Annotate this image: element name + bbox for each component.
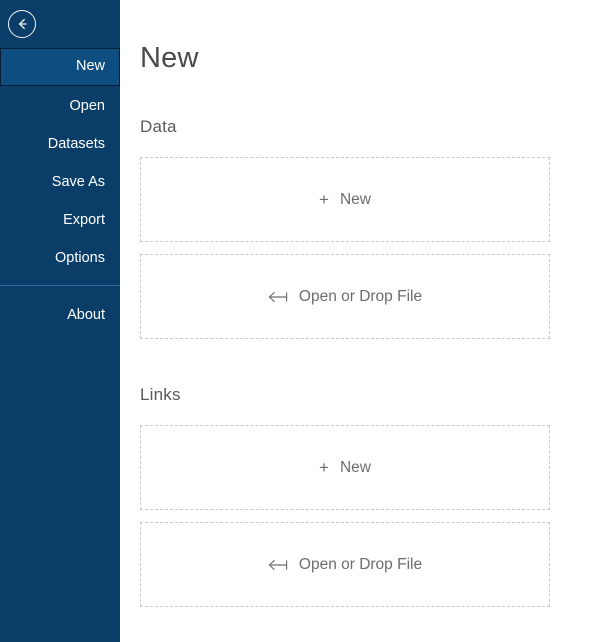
open-file-arrow-icon <box>268 558 290 572</box>
sidebar: New Open Datasets Save As Export Options… <box>0 0 120 642</box>
back-button-row <box>0 0 120 48</box>
links-open-or-drop-card-label: Open or Drop File <box>298 555 423 573</box>
data-open-or-drop-card-label: Open or Drop File <box>298 287 423 305</box>
plus-icon: + <box>319 190 329 209</box>
sidebar-item-label: Open <box>69 98 105 114</box>
links-new-card[interactable]: + New <box>140 425 550 510</box>
sidebar-item-label: Save As <box>51 174 105 190</box>
page-title: New <box>140 42 199 74</box>
app-window: New Open Datasets Save As Export Options… <box>0 0 590 642</box>
sidebar-item-label: About <box>67 307 105 323</box>
back-button[interactable] <box>8 10 36 38</box>
sidebar-item-save-as[interactable]: Save As <box>0 162 120 200</box>
data-new-card-label: New <box>339 190 371 208</box>
sidebar-item-export[interactable]: Export <box>0 200 120 238</box>
links-open-or-drop-card[interactable]: Open or Drop File <box>140 522 550 607</box>
main-content: New Data + New Open or Drop File Links +… <box>120 0 590 642</box>
section-title-links: Links <box>140 385 181 404</box>
sidebar-item-new[interactable]: New <box>0 48 120 86</box>
sidebar-item-label: New <box>75 58 105 74</box>
sidebar-item-open[interactable]: Open <box>0 86 120 124</box>
section-title-data: Data <box>140 117 177 136</box>
data-open-or-drop-card[interactable]: Open or Drop File <box>140 254 550 339</box>
sidebar-item-label: Options <box>55 250 105 266</box>
sidebar-item-label: Datasets <box>47 136 105 152</box>
plus-icon: + <box>319 458 329 477</box>
sidebar-nav: New Open Datasets Save As Export Options… <box>0 48 120 333</box>
sidebar-item-about[interactable]: About <box>0 295 120 333</box>
section-data: Data + New Open or Drop File <box>140 73 550 339</box>
open-file-arrow-icon <box>268 290 290 304</box>
data-new-card[interactable]: + New <box>140 157 550 242</box>
sidebar-item-label: Export <box>63 212 105 228</box>
section-links: Links + New Open or Drop File <box>140 339 550 607</box>
back-arrow-icon <box>14 16 30 32</box>
links-new-card-label: New <box>339 458 371 476</box>
sidebar-item-datasets[interactable]: Datasets <box>0 124 120 162</box>
sidebar-item-options[interactable]: Options <box>0 238 120 276</box>
sidebar-separator <box>0 285 120 286</box>
